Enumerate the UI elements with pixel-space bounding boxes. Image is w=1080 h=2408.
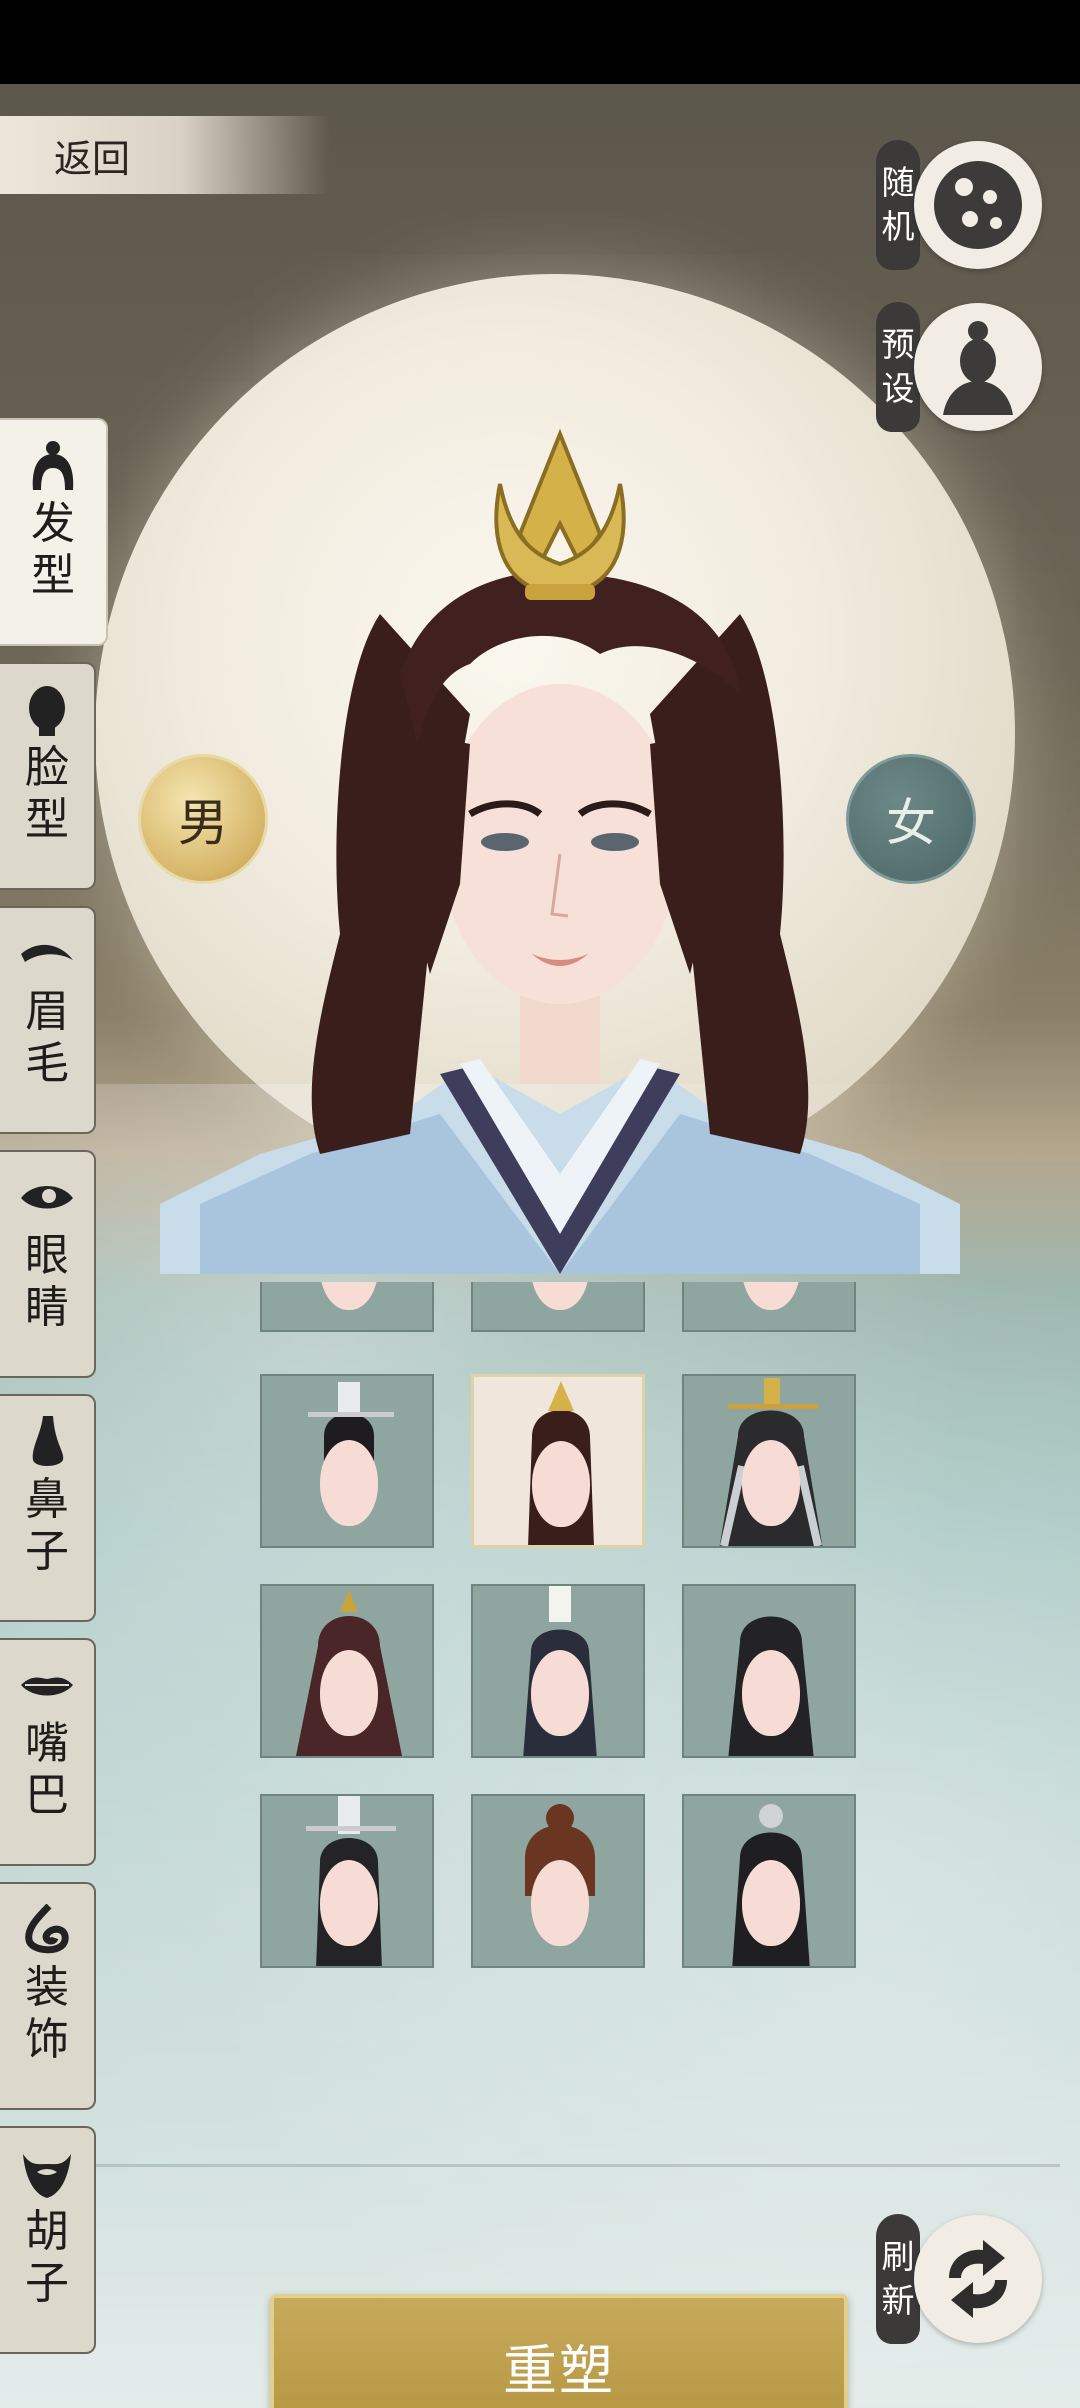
eye-icon (19, 1170, 75, 1226)
tab-ornament-char-2: 饰 (25, 2014, 69, 2065)
tab-nose-char-2: 子 (25, 1526, 69, 1577)
silhouette-icon (914, 303, 1042, 431)
tab-hair[interactable]: 发 型 (0, 418, 108, 646)
tab-mouth[interactable]: 嘴 巴 (0, 1638, 96, 1866)
face-icon (19, 682, 75, 738)
tab-eyebrow-char-1: 眉 (25, 986, 69, 1037)
reshape-button[interactable]: 重塑 (270, 2294, 848, 2408)
tab-face[interactable]: 脸 型 (0, 662, 96, 890)
tab-eye-char-2: 睛 (25, 1282, 69, 1333)
back-button[interactable]: 返回 (0, 116, 330, 194)
hairstyle-option[interactable] (682, 1282, 856, 1332)
hairstyle-option[interactable] (260, 1282, 434, 1332)
tab-nose[interactable]: 鼻 子 (0, 1394, 96, 1622)
hairstyle-option[interactable] (682, 1584, 856, 1758)
tab-face-char-2: 型 (25, 794, 69, 845)
horizon-line (80, 2164, 1060, 2167)
refresh-icon (914, 2215, 1042, 2343)
ornament-icon (19, 1902, 75, 1958)
hairstyle-option[interactable] (471, 1584, 645, 1758)
tab-mouth-char-1: 嘴 (25, 1718, 69, 1769)
tab-face-char-1: 脸 (25, 742, 69, 793)
tab-beard-char-1: 胡 (25, 2206, 69, 2257)
beard-icon (19, 2146, 75, 2202)
tab-eye-char-1: 眼 (25, 1230, 69, 1281)
hairstyle-option[interactable] (260, 1374, 434, 1548)
gender-male-button[interactable]: 男 (138, 754, 268, 884)
tab-beard-char-2: 子 (25, 2258, 69, 2309)
random-button[interactable]: 随 机 (876, 140, 1042, 270)
mouth-icon (19, 1658, 75, 1714)
tab-nose-char-1: 鼻 (25, 1474, 69, 1525)
tab-eyebrow-char-2: 毛 (25, 1038, 69, 1089)
preset-button[interactable]: 预 设 (876, 302, 1042, 432)
refresh-button[interactable]: 刷 新 (876, 2214, 1042, 2344)
hairstyle-option[interactable] (471, 1794, 645, 1968)
back-label: 返回 (54, 136, 131, 181)
hairstyle-option[interactable] (260, 1794, 434, 1968)
hair-icon (25, 438, 81, 494)
character-creation-scene: 返回 随 机 预 设 男 女 发 型 脸 型 眉 毛 眼 睛 鼻 子 嘴 巴 装… (0, 84, 1080, 2408)
reshape-label: 重塑 (503, 2338, 615, 2402)
nose-icon (19, 1414, 75, 1470)
tab-ornament[interactable]: 装 饰 (0, 1882, 96, 2110)
gender-male-label: 男 (178, 794, 228, 852)
tab-hair-char-1: 发 (31, 498, 75, 549)
hairstyle-option-selected[interactable] (471, 1374, 645, 1548)
hairstyle-option[interactable] (682, 1794, 856, 1968)
hairstyle-grid (260, 1282, 860, 1982)
tab-mouth-char-2: 巴 (25, 1770, 69, 1821)
tab-beard[interactable]: 胡 子 (0, 2126, 96, 2354)
tab-eye[interactable]: 眼 睛 (0, 1150, 96, 1378)
eyebrow-icon (19, 926, 75, 982)
hairstyle-option[interactable] (471, 1282, 645, 1332)
tab-hair-char-2: 型 (31, 550, 75, 601)
dice-icon (914, 141, 1042, 269)
status-bar (0, 0, 1080, 84)
hairstyle-option[interactable] (682, 1374, 856, 1548)
tab-eyebrow[interactable]: 眉 毛 (0, 906, 96, 1134)
gender-female-label: 女 (886, 794, 936, 852)
hairstyle-option[interactable] (260, 1584, 434, 1758)
tab-ornament-char-1: 装 (25, 1962, 69, 2013)
gender-female-button[interactable]: 女 (846, 754, 976, 884)
